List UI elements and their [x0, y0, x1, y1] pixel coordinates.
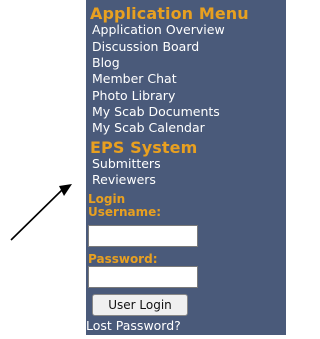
menu-item-my-scab-documents[interactable]: My Scab Documents [92, 104, 220, 119]
username-field[interactable] [88, 225, 198, 247]
user-login-button[interactable]: User Login [92, 294, 188, 316]
menu-item-submitters[interactable]: Submitters [92, 156, 161, 171]
menu-item-discussion-board[interactable]: Discussion Board [92, 39, 199, 54]
menu-item-application-overview[interactable]: Application Overview [92, 22, 225, 37]
menu-item-photo-library[interactable]: Photo Library [92, 88, 175, 103]
menu-item-member-chat[interactable]: Member Chat [92, 71, 177, 86]
menu-item-blog[interactable]: Blog [92, 55, 120, 70]
application-menu-heading: Application Menu [90, 4, 249, 23]
menu-item-my-scab-calendar[interactable]: My Scab Calendar [92, 120, 205, 135]
password-label: Password: [88, 252, 158, 266]
username-label: Username: [88, 205, 162, 219]
menu-item-reviewers[interactable]: Reviewers [92, 172, 156, 187]
password-field[interactable] [88, 266, 198, 288]
lost-password-link[interactable]: Lost Password? [86, 318, 181, 333]
sidebar-panel: Application Menu Application Overview Di… [86, 0, 286, 335]
eps-system-heading: EPS System [90, 138, 198, 157]
